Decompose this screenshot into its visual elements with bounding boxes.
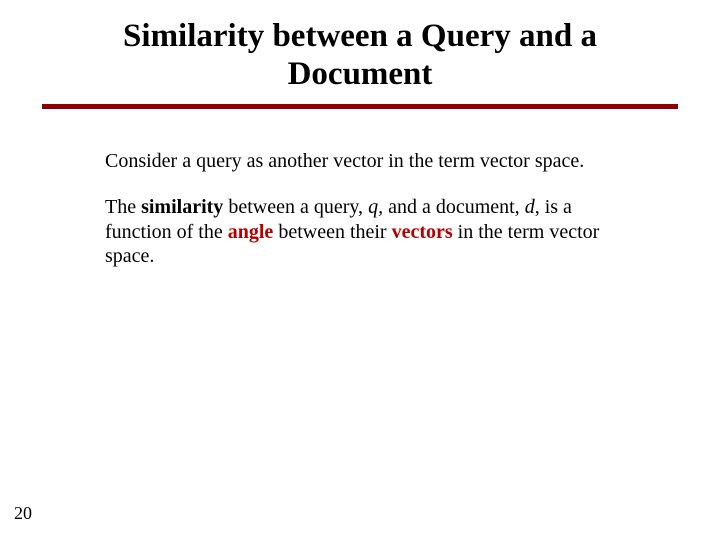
p2-d: d <box>525 196 535 218</box>
p2-comma: , <box>535 196 545 218</box>
title-line-1: Similarity between a Query and a <box>123 18 597 54</box>
p2-angle: angle <box>228 221 274 243</box>
p2-text-b: between a query, <box>223 196 368 218</box>
p2-similarity: similarity <box>141 196 223 218</box>
p2-q: q, <box>368 196 383 218</box>
slide: Similarity between a Query and a Documen… <box>0 0 720 540</box>
p2-text-c: and a document, <box>383 196 525 218</box>
title-line-2: Document <box>288 56 433 92</box>
divider <box>42 104 678 109</box>
body-text: Consider a query as another vector in th… <box>105 149 620 269</box>
paragraph-1: Consider a query as another vector in th… <box>105 149 620 173</box>
p2-text-a: The <box>105 196 141 218</box>
p2-vectors: vectors <box>392 221 453 243</box>
slide-title: Similarity between a Query and a Documen… <box>0 18 720 94</box>
p2-text-f: between their <box>273 221 391 243</box>
page-number: 20 <box>14 503 32 524</box>
paragraph-2: The similarity between a query, q, and a… <box>105 195 620 268</box>
